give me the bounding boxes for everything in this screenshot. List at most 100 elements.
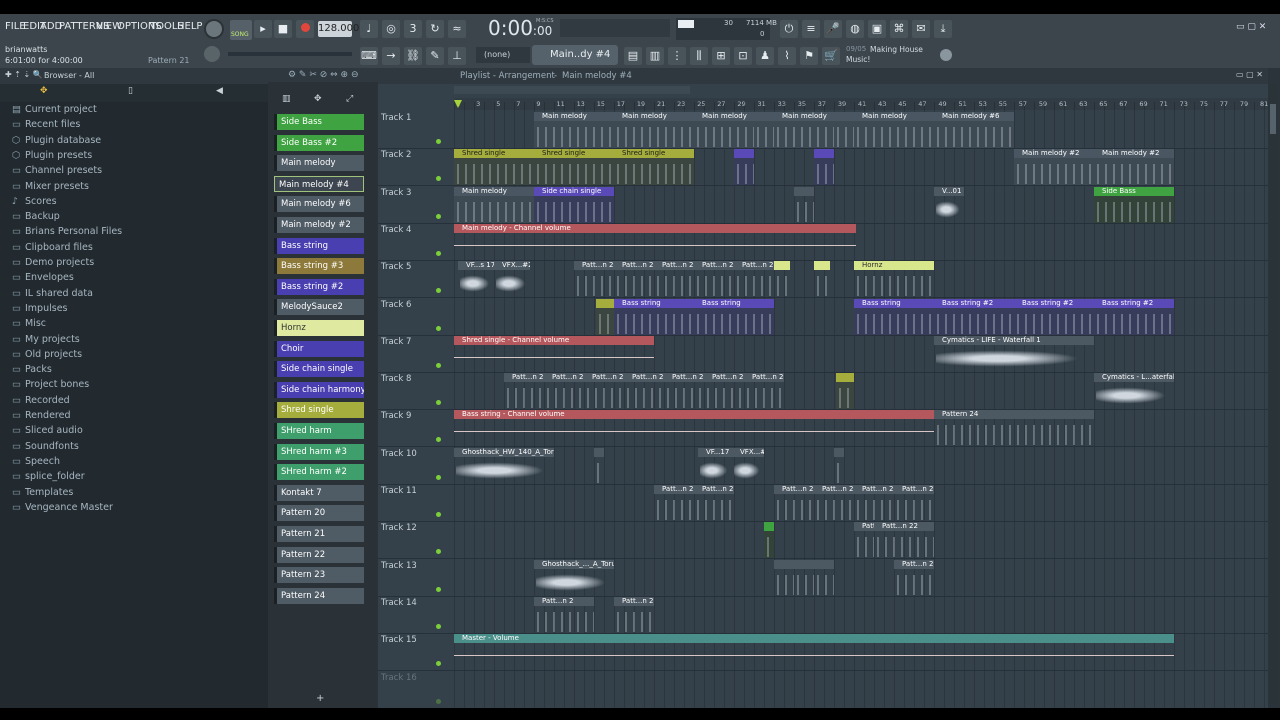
download-icon[interactable]: ⤓ — [934, 20, 952, 38]
tempo-display[interactable]: 128.000 — [318, 21, 359, 37]
browser-item-plugin-database[interactable]: ⬡ Plugin database — [12, 135, 101, 149]
browser-item-packs[interactable]: ▭ Packs — [12, 364, 52, 378]
playlist-clip[interactable]: Bass string — [694, 298, 774, 335]
browser-item-channel-presets[interactable]: ▭ Channel presets — [12, 165, 102, 179]
pattern-item[interactable]: Side chain single — [274, 361, 364, 378]
browser-item-backup[interactable]: ▭ Backup — [12, 211, 60, 225]
pattern-item[interactable]: SHred harm #3 — [274, 443, 364, 460]
playlist-clip[interactable]: Master - Volume — [454, 634, 1174, 670]
browser-item-brians-personal-files[interactable]: ▭ Brians Personal Files — [12, 226, 122, 240]
browser-item-mixer-presets[interactable]: ▭ Mixer presets — [12, 181, 89, 195]
playlist-clip[interactable]: Main melody — [854, 112, 934, 148]
browser-item-recent-files[interactable]: ▭ Recent files — [12, 119, 80, 133]
playlist-clip[interactable]: Side chain single — [534, 186, 614, 223]
playlist-clip[interactable]: V...01 — [934, 186, 964, 223]
browser-item-my-projects[interactable]: ▭ My projects — [12, 334, 80, 348]
playlist-clip[interactable]: Patt...n 20 — [774, 485, 814, 521]
track-header[interactable]: Track 6 — [378, 299, 452, 335]
song-position-slider[interactable] — [560, 19, 670, 37]
plugin-database-icon[interactable]: ⚑ — [800, 47, 818, 65]
track-mute-led-icon[interactable] — [436, 288, 441, 294]
browser-item-current-project[interactable]: ▤ Current project — [12, 104, 97, 118]
playlist-clip[interactable]: Main melody — [454, 186, 534, 223]
track-mute-led-icon[interactable] — [436, 400, 441, 406]
play-button[interactable]: ▸ — [254, 20, 272, 38]
pattern-item[interactable]: Pattern 23 — [274, 567, 364, 584]
playlist-clip[interactable]: Main melody — [774, 112, 834, 148]
playlist-clip[interactable] — [734, 149, 754, 186]
playlist-clip[interactable]: Main melody — [694, 112, 754, 148]
playlist-clip[interactable]: Main melody #2 — [1014, 149, 1094, 186]
playlist-clip[interactable]: Patt...n 22 — [654, 485, 694, 521]
playlist-clip[interactable]: Shred single - Channel volume — [454, 335, 654, 372]
playlist-clip[interactable]: Cymatics - LIFE - Waterfall 1 — [934, 335, 1094, 372]
master-volume-knob-icon[interactable] — [204, 19, 224, 39]
playlist-clip[interactable]: Patt...n 22 — [874, 522, 934, 558]
playlist-clip[interactable] — [794, 186, 814, 223]
overview-strip[interactable] — [454, 86, 690, 94]
playlist-clip[interactable]: VF...s 17 — [458, 261, 494, 297]
browser-item-clipboard-files[interactable]: ▭ Clipboard files — [12, 242, 93, 256]
playlist-clip[interactable]: Main melody #2 — [1094, 149, 1174, 186]
playlist-clip[interactable] — [594, 447, 604, 484]
track-mute-led-icon[interactable] — [436, 586, 441, 592]
song-mode-toggle[interactable]: SONG — [230, 20, 252, 40]
pattern-item[interactable]: Main melody #4 — [274, 175, 364, 192]
playlist-clip[interactable]: Bass string — [614, 298, 694, 335]
track-header[interactable]: Track 14 — [378, 597, 452, 633]
browser-item-scores[interactable]: ♪ Scores — [12, 196, 57, 210]
playlist-clip[interactable]: Patt...n 21 — [664, 373, 704, 409]
news-globe-icon[interactable] — [940, 49, 952, 61]
playlist-clip[interactable]: VFX...#2 — [732, 447, 764, 484]
browser-item-misc[interactable]: ▭ Misc — [12, 318, 46, 332]
playlist-clip[interactable]: VFX...#2 — [494, 261, 530, 297]
browser-item-demo-projects[interactable]: ▭ Demo projects — [12, 257, 94, 271]
track-header[interactable]: Track 11 — [378, 485, 452, 521]
track-mute-led-icon[interactable] — [436, 549, 441, 555]
browser-item-splice-folder[interactable]: ▭ splice_folder — [12, 471, 85, 485]
playlist-clip[interactable]: Bass string #2 — [1094, 298, 1174, 335]
pencil-icon[interactable]: ✎ — [426, 47, 444, 65]
countdown-icon[interactable]: 3 — [404, 20, 422, 38]
playlist-clip[interactable]: Patt — [854, 522, 874, 558]
pattern-item[interactable]: Main melody #2 — [274, 217, 364, 233]
pitch-knob-icon[interactable] — [204, 46, 220, 62]
pattern-item[interactable]: Shred single — [274, 402, 364, 419]
playlist-clip[interactable]: Patt...n 20 — [654, 261, 694, 297]
pattern-item[interactable]: Bass string #3 — [274, 258, 364, 275]
playlist-clip[interactable]: Patt...n 22 — [534, 596, 574, 633]
playlist-clip[interactable] — [814, 559, 834, 596]
picker-automation-icon[interactable]: ⤢ — [346, 94, 353, 104]
playlist-clip[interactable]: Patt...n 20 — [614, 261, 654, 297]
pattern-item[interactable]: Pattern 21 — [274, 526, 364, 542]
touch-keyboard-icon[interactable]: ⌇ — [778, 47, 796, 65]
playlist-clip[interactable]: Main melody - Channel volume — [454, 223, 856, 260]
browser-item-soundfonts[interactable]: ▭ Soundfonts — [12, 441, 79, 455]
playlist-clip[interactable]: Patt...n 21 — [704, 373, 744, 409]
playlist-clip[interactable]: Shred single — [454, 149, 534, 186]
track-mute-led-icon[interactable] — [436, 623, 441, 629]
midi-icon[interactable]: ⌘ — [890, 20, 908, 38]
chat-icon[interactable]: ✉ — [912, 20, 930, 38]
picker-audio-icon[interactable]: ✥ — [314, 94, 322, 104]
playlist-clip[interactable]: Patt...n 21 — [544, 373, 584, 409]
track-mute-led-icon[interactable] — [436, 213, 441, 219]
track-header[interactable]: Track 10 — [378, 448, 452, 484]
track-mute-led-icon[interactable] — [436, 698, 441, 704]
pattern-selector[interactable]: Main..dy #4 — [532, 45, 618, 65]
track-mute-led-icon[interactable] — [436, 176, 441, 182]
playlist-clip[interactable]: Bass string — [854, 298, 934, 335]
playlist-clip[interactable] — [814, 261, 830, 297]
track-header[interactable]: Track 12 — [378, 522, 452, 558]
channel-rack-icon[interactable]: ⋮ — [668, 47, 686, 65]
stamp-icon[interactable]: ⊥ — [448, 47, 466, 65]
playlist-clip[interactable] — [834, 447, 844, 484]
track-header[interactable]: Track 16 — [378, 672, 452, 708]
browser-item-impulses[interactable]: ▭ Impulses — [12, 303, 68, 317]
pattern-item[interactable]: Bass string #2 — [274, 278, 364, 295]
playlist-icon[interactable]: ▤ — [624, 47, 642, 65]
stop-button[interactable]: ■ — [274, 20, 292, 38]
pattern-item[interactable]: SHred harm #2 — [274, 464, 364, 481]
track-mute-led-icon[interactable] — [436, 139, 441, 144]
playlist-clip[interactable]: Ghosthack_HW_140_A_Torus2 — [454, 447, 554, 484]
